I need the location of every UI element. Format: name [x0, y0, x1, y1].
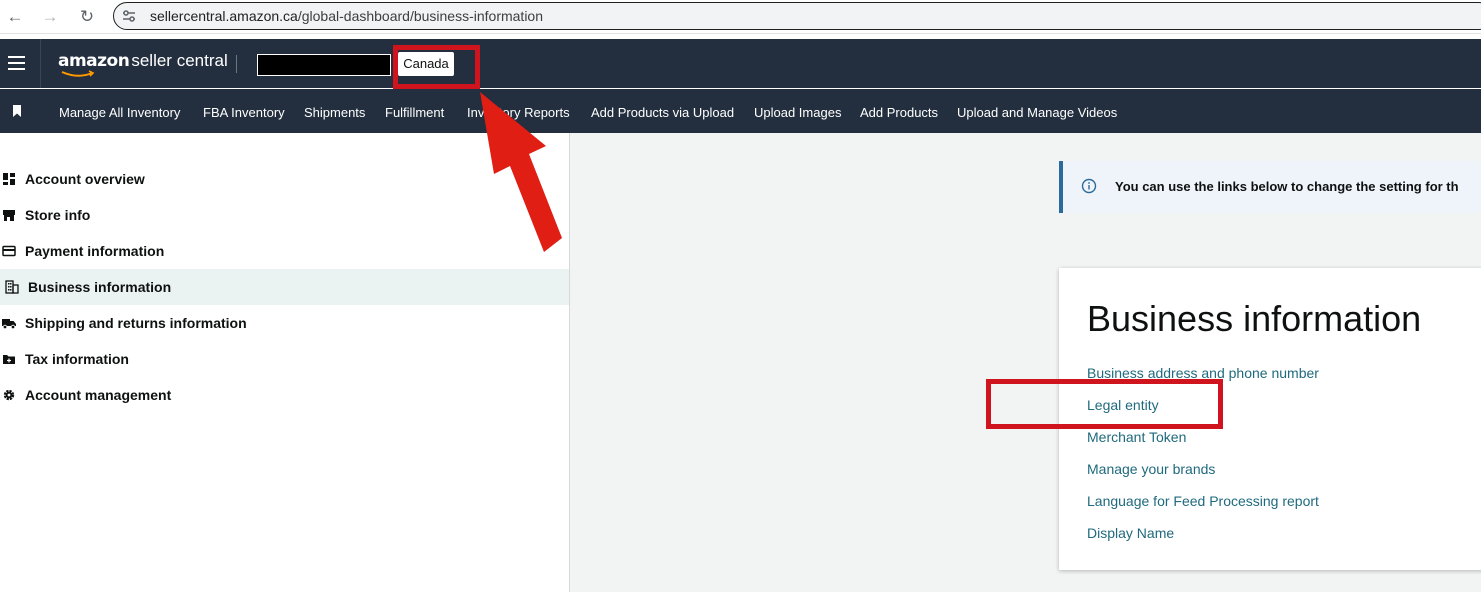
legal-entity-highlight-box: [986, 379, 1223, 429]
card-title: Business information: [1087, 298, 1422, 339]
quick-nav-add-products-via-upload[interactable]: Add Products via Upload: [591, 105, 734, 120]
credit-card-icon: [2, 245, 16, 257]
reload-icon[interactable]: ↻: [76, 6, 98, 28]
redacted-account-name[interactable]: [257, 54, 391, 76]
sidebar-item-tax-information[interactable]: Tax information: [0, 341, 569, 377]
sidebar-item-label: Tax information: [25, 351, 129, 367]
logo-separator: [236, 55, 237, 73]
back-icon[interactable]: ←: [4, 6, 26, 28]
address-bar[interactable]: sellercentral.amazon.ca/global-dashboard…: [113, 2, 1481, 30]
sidebar-item-label: Account management: [25, 387, 172, 403]
browser-toolbar: ← → ↻ sellercentral.amazon.ca/global-das…: [0, 0, 1481, 34]
quick-nav-add-products[interactable]: Add Products: [860, 105, 938, 120]
sidebar-item-label: Store info: [25, 207, 91, 223]
seller-header: amazon seller central Canada: [0, 39, 1481, 88]
link-display-name[interactable]: Display Name: [1087, 525, 1174, 541]
quick-nav-upload-images[interactable]: Upload Images: [754, 105, 841, 120]
sidebar-item-shipping-and-returns[interactable]: Shipping and returns information: [0, 305, 569, 341]
info-alert: You can use the links below to change th…: [1059, 161, 1481, 213]
quick-nav-bar: Manage All Inventory FBA Inventory Shipm…: [0, 89, 1481, 133]
tax-folder-icon: [3, 355, 15, 364]
truck-icon: [2, 319, 16, 330]
hamburger-menu-icon[interactable]: [8, 56, 25, 70]
sidebar-item-label: Payment information: [25, 243, 165, 259]
red-arrow-annotation: [480, 92, 562, 252]
sidebar-item-business-information[interactable]: Business information: [0, 269, 569, 305]
url-host: sellercentral.amazon.ca: [150, 8, 298, 24]
building-icon: [5, 280, 19, 294]
alert-text: You can use the links below to change th…: [1115, 179, 1459, 194]
marketplace-highlight-box: [393, 45, 480, 89]
sidebar-item-label: Shipping and returns information: [25, 315, 247, 331]
logo-amazon-text: amazon: [58, 51, 130, 71]
link-language-feed-report[interactable]: Language for Feed Processing report: [1087, 493, 1319, 509]
site-info-icon[interactable]: [122, 9, 136, 23]
quick-nav-fba-inventory[interactable]: FBA Inventory: [203, 105, 285, 120]
sidebar-item-label: Account overview: [25, 171, 145, 187]
url-path: /global-dashboard/business-information: [297, 8, 544, 24]
header-divider: [40, 39, 41, 88]
gear-icon: [3, 389, 15, 401]
amazon-seller-central-logo[interactable]: amazon seller central: [58, 51, 228, 77]
quick-nav-shipments[interactable]: Shipments: [304, 105, 365, 120]
store-icon: [3, 210, 15, 221]
quick-nav-upload-and-manage-videos[interactable]: Upload and Manage Videos: [957, 105, 1117, 120]
main-content: You can use the links below to change th…: [570, 133, 1481, 592]
link-merchant-token[interactable]: Merchant Token: [1087, 429, 1186, 445]
info-icon: [1081, 178, 1097, 194]
url-text[interactable]: sellercentral.amazon.ca/global-dashboard…: [150, 8, 543, 24]
link-manage-brands[interactable]: Manage your brands: [1087, 461, 1215, 477]
quick-nav-manage-all-inventory[interactable]: Manage All Inventory: [59, 105, 180, 120]
sidebar-item-label: Business information: [28, 279, 172, 295]
quick-nav-fulfillment[interactable]: Fulfillment: [385, 105, 444, 120]
forward-icon[interactable]: →: [39, 6, 61, 28]
bookmark-icon[interactable]: [12, 105, 22, 117]
sidebar-item-account-management[interactable]: Account management: [0, 377, 569, 413]
amazon-smile-icon: [61, 70, 95, 77]
dashboard-icon: [3, 173, 15, 185]
logo-suffix-text: seller central: [131, 51, 228, 70]
